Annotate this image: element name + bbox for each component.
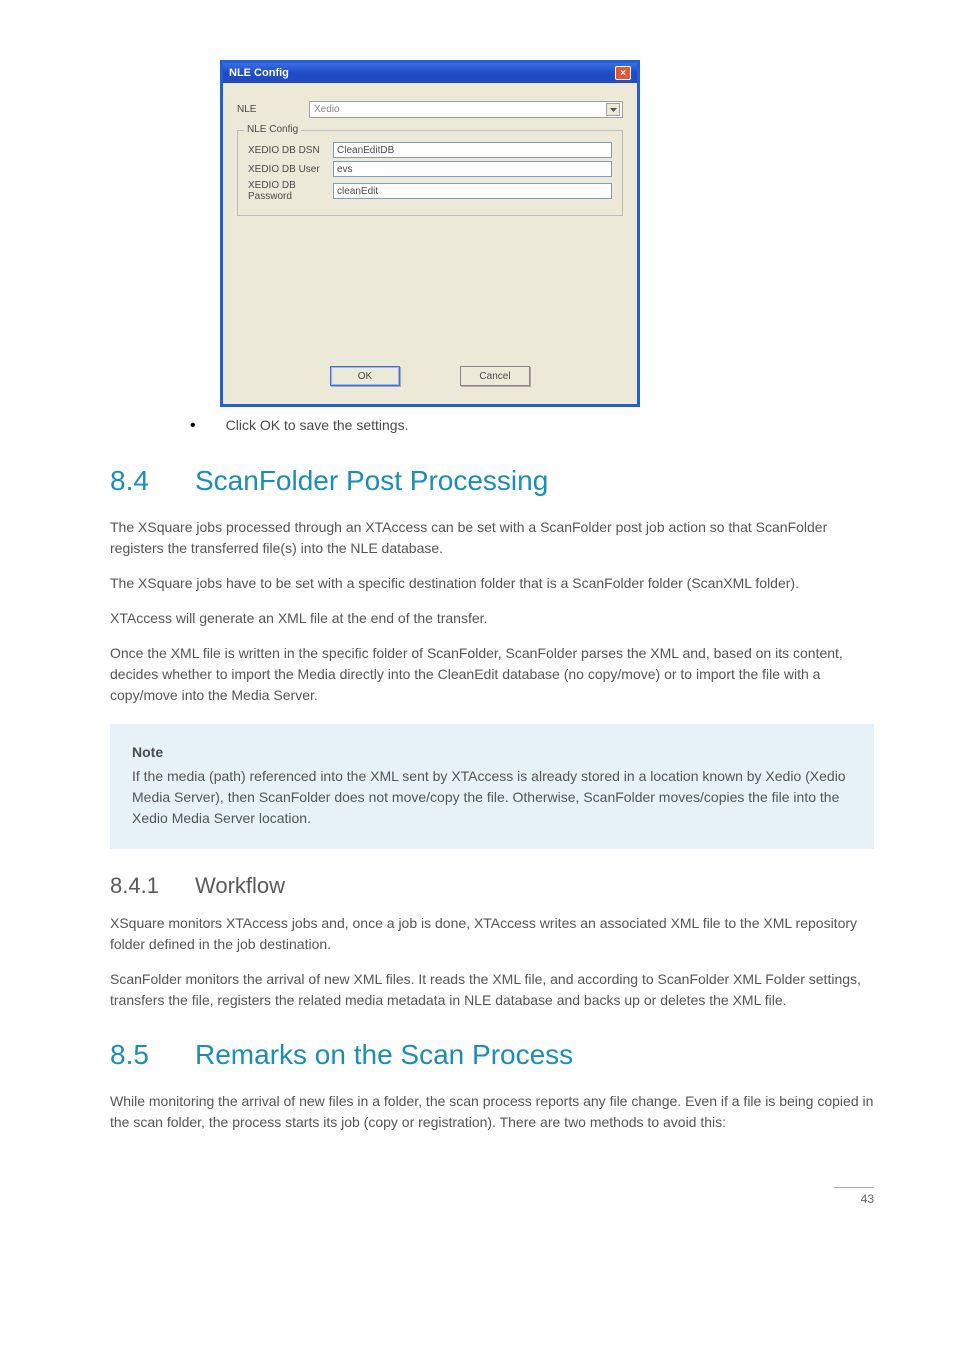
section-number: 8.5 xyxy=(110,1039,195,1071)
user-label: XEDIO DB User xyxy=(248,164,333,175)
note-body: If the media (path) referenced into the … xyxy=(132,766,852,829)
bullet-text: Click OK to save the settings. xyxy=(226,417,409,433)
password-label: XEDIO DB Password xyxy=(248,180,333,202)
paragraph: The XSquare jobs have to be set with a s… xyxy=(110,573,874,594)
dsn-input[interactable]: CleanEditDB xyxy=(333,142,612,158)
dialog-title: NLE Config xyxy=(229,67,289,79)
dsn-label: XEDIO DB DSN xyxy=(248,145,333,156)
note-block: Note If the media (path) referenced into… xyxy=(110,724,874,849)
paragraph: XTAccess will generate an XML file at th… xyxy=(110,608,874,629)
subsection-heading-8-4-1: 8.4.1Workflow xyxy=(110,873,874,899)
nle-config-dialog: NLE Config × NLE Xedio NLE Config XEDIO … xyxy=(220,60,640,407)
nle-config-fieldset: NLE Config XEDIO DB DSN CleanEditDB XEDI… xyxy=(237,130,623,216)
paragraph: The XSquare jobs processed through an XT… xyxy=(110,517,874,559)
paragraph: ScanFolder monitors the arrival of new X… xyxy=(110,969,874,1011)
section-title: ScanFolder Post Processing xyxy=(195,465,548,496)
paragraph: XSquare monitors XTAccess jobs and, once… xyxy=(110,913,874,955)
section-heading-8-4: 8.4ScanFolder Post Processing xyxy=(110,465,874,497)
nle-label: NLE xyxy=(237,104,309,115)
ok-button[interactable]: OK xyxy=(330,366,400,386)
section-title: Remarks on the Scan Process xyxy=(195,1039,573,1070)
page-number: 43 xyxy=(834,1187,874,1206)
fieldset-legend: NLE Config xyxy=(244,124,301,135)
nle-select-value: Xedio xyxy=(314,104,340,115)
password-input[interactable]: cleanEdit xyxy=(333,183,612,199)
user-input[interactable]: evs xyxy=(333,161,612,177)
subsection-number: 8.4.1 xyxy=(110,873,195,899)
nle-select[interactable]: Xedio xyxy=(309,101,623,118)
dialog-titlebar: NLE Config × xyxy=(223,63,637,83)
bullet-item: Click OK to save the settings. xyxy=(190,417,874,435)
cancel-button[interactable]: Cancel xyxy=(460,366,530,386)
subsection-title: Workflow xyxy=(195,873,285,898)
section-heading-8-5: 8.5Remarks on the Scan Process xyxy=(110,1039,874,1071)
chevron-down-icon xyxy=(606,103,620,116)
paragraph: While monitoring the arrival of new file… xyxy=(110,1091,874,1133)
close-icon[interactable]: × xyxy=(615,66,631,80)
note-heading: Note xyxy=(132,744,163,760)
section-number: 8.4 xyxy=(110,465,195,497)
paragraph: Once the XML file is written in the spec… xyxy=(110,643,874,706)
